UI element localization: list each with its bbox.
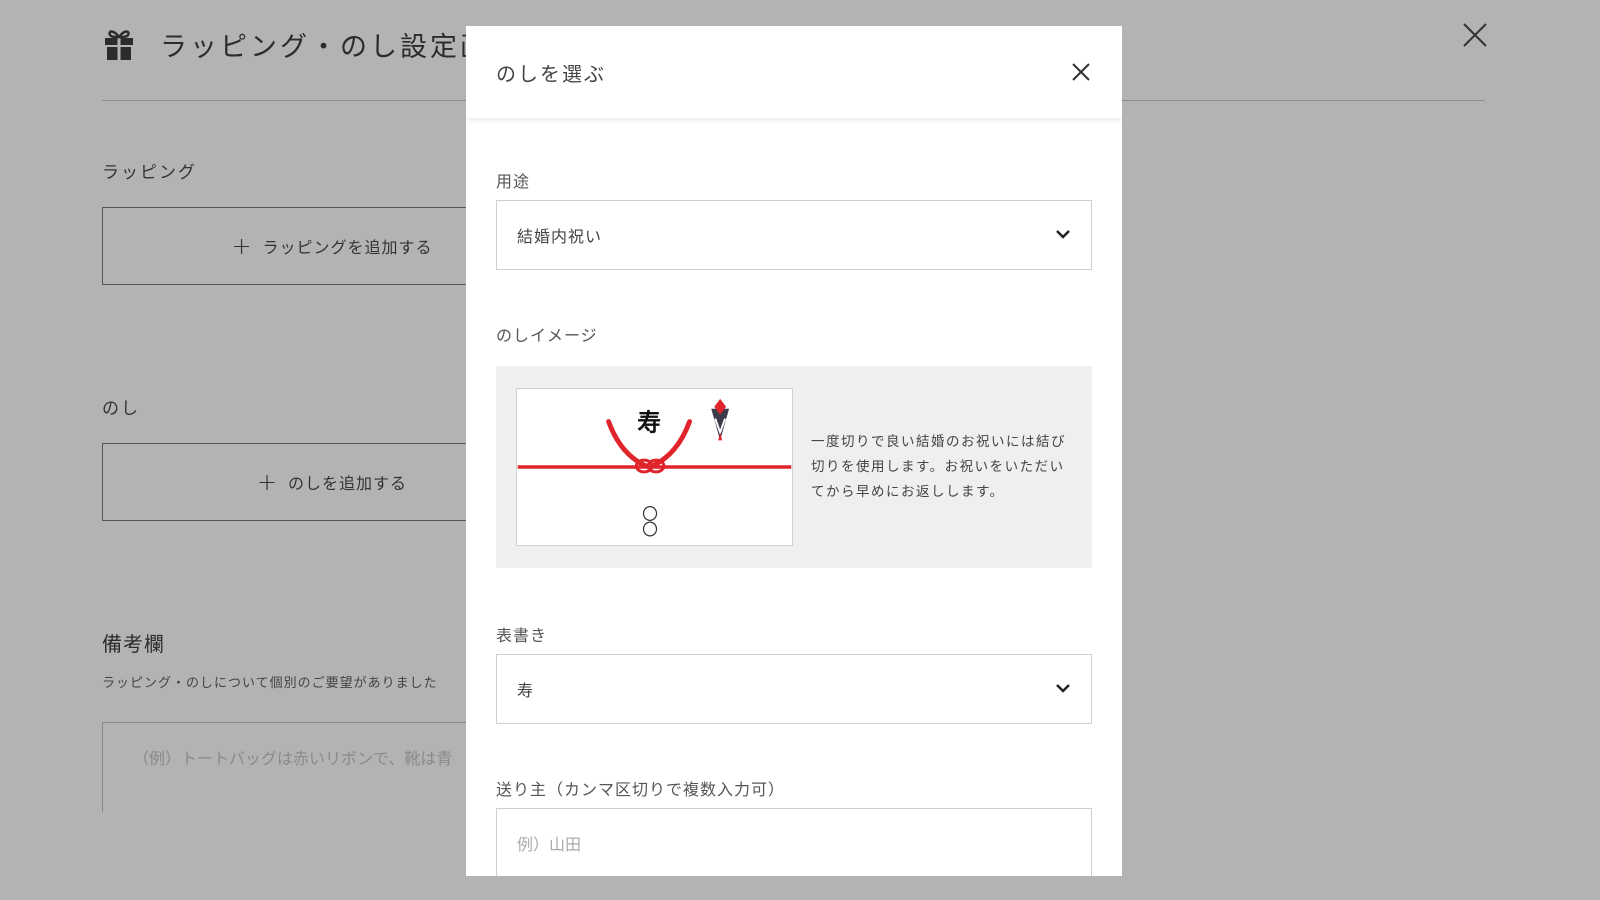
add-wrapping-label: ラッピングを追加する [262,238,433,257]
notes-description: ラッピング・のしについて個別のご要望がありました [102,676,438,691]
noshi-image-label: のしイメージ [496,326,598,345]
noshi-preview-panel: 寿 〇〇 一度切りで良い結婚のお祝いには結び切りを使用します。お祝いをいただいて… [496,366,1092,568]
modal-title: のしを選ぶ [496,61,606,86]
modal-header: のしを選ぶ [466,26,1122,118]
gift-icon [105,30,133,60]
noshi-ornament-icon [711,398,730,441]
modal-close-icon[interactable] [1070,61,1092,83]
noshi-omote-text: 寿 [637,408,661,436]
wrapping-section-label: ラッピング [102,163,197,183]
omotegaki-select[interactable]: 寿 [496,654,1092,724]
noshi-name-marks: 〇〇 [640,505,659,537]
page-header: ラッピング・のし設定画面 [102,14,520,74]
purpose-label: 用途 [496,172,531,191]
noshi-description: 一度切りで良い結婚のお祝いには結び切りを使用します。お祝いをいただいてから早めに… [811,433,1066,500]
sender-input[interactable]: 例）山田 [496,808,1092,876]
add-noshi-label: のしを追加する [288,474,408,493]
noshi-preview-image: 寿 〇〇 [516,388,793,546]
purpose-selected-value: 結婚内祝い [517,227,603,246]
purpose-select[interactable]: 結婚内祝い [496,200,1092,270]
notes-placeholder: （例）トートバッグは赤いリボンで、靴は青 [133,749,453,768]
omotegaki-selected-value: 寿 [517,681,535,700]
noshi-section-label: のし [102,399,140,419]
sender-placeholder: 例）山田 [517,835,582,854]
page-close-icon[interactable] [1460,20,1490,50]
sender-label: 送り主（カンマ区切りで複数入力可） [496,780,786,799]
modal-body: 用途 結婚内祝い のしイメージ 寿 〇〇 一度切りで良い結婚のお祝いには結び切り… [466,168,1122,876]
chevron-down-icon [1056,230,1070,239]
omotegaki-label: 表書き [496,626,548,645]
chevron-down-icon [1056,684,1070,693]
notes-title: 備考欄 [102,632,165,656]
noshi-select-modal: のしを選ぶ 用途 結婚内祝い のしイメージ 寿 〇〇 一度切りで良い結婚のお祝い… [466,26,1122,876]
plus-icon: + [231,232,253,260]
plus-icon: + [256,468,279,496]
